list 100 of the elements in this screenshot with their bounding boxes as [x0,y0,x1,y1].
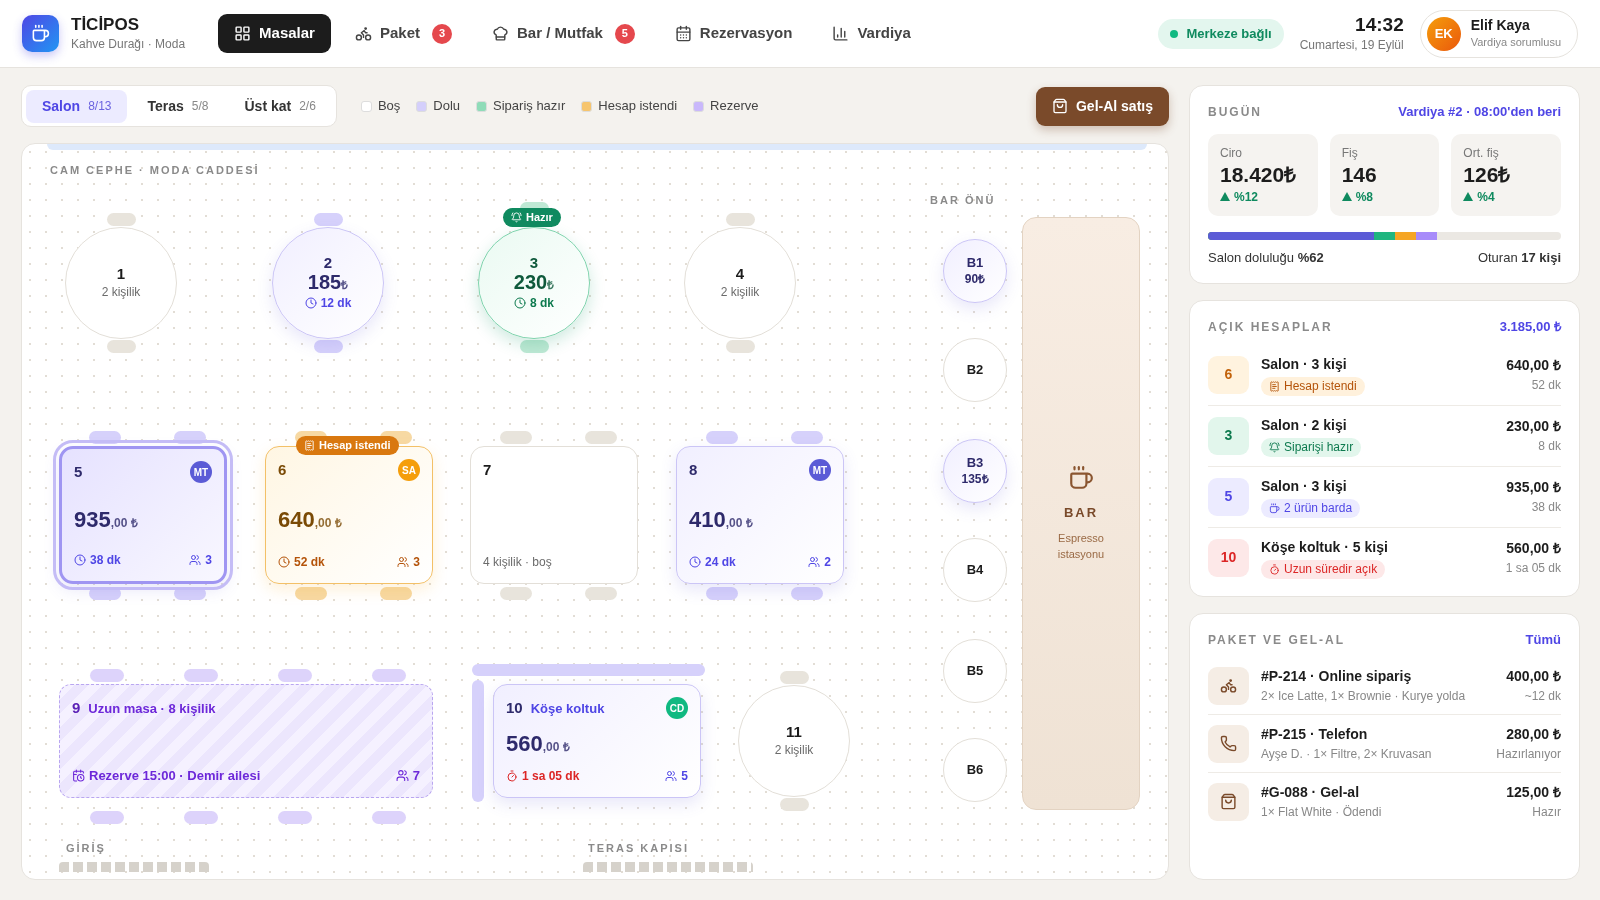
table-number: 10 [506,698,523,718]
table-card[interactable]: 8 MT 410,00 ₺ 24 dk 2 [676,446,844,584]
stool-label: B6 [966,761,984,779]
bar-stool[interactable]: B4 [943,538,1007,602]
table-number: 6 [278,460,287,480]
elapsed-time: 52 dk [278,553,325,571]
status-tag: 2 ürün barda [1261,498,1361,518]
round-table[interactable]: 1 2 kişilik [65,227,177,339]
round-table[interactable]: 2 185₺ 12 dk [272,227,384,339]
round-table[interactable]: 4 2 kişilik [684,227,796,339]
ready-badge: Hazır [503,208,561,227]
table-capacity: 2 kişilik [720,284,760,302]
round-table[interactable]: 11 2 kişilik [738,685,850,797]
amount: 90₺ [964,271,986,287]
account-amount: 935,00 ₺ [1506,478,1561,498]
status-tag: Siparişi hazır [1261,437,1362,457]
area-label: GİRİŞ [66,841,106,856]
account-row[interactable]: 6 Salon · 3 kişi Hesap istendi 640,00 ₺ 52 dk [1208,344,1561,405]
nav-tab[interactable]: Rezervasyon [658,14,809,53]
guest-count: 2 [808,553,831,571]
amount: 640,00 ₺ [278,506,342,532]
shift-info: Vardiya #2 · 08:00'den beri [1398,103,1561,121]
order-row[interactable]: #P-215 · Telefon Ayşe D. · 1× Filtre, 2× Kruvasan 280,00 ₺ Hazırlanıyor [1208,714,1561,773]
stat-label: Ort. fiş [1463,144,1500,162]
order-amount: 280,00 ₺ [1506,725,1561,745]
stat-value: 18.420₺ [1220,161,1298,188]
table-number: 9 [72,698,81,718]
account-title: Salon · 2 kişi [1261,415,1347,435]
order-row[interactable]: #P-214 · Online sipariş 2× Ice Latte, 1× Brownie · Kurye yolda 400,00 ₺ ~12 dk [1208,657,1561,715]
account-time: 1 sa 05 dk [1505,560,1561,578]
waiter-avatar: CD [666,697,688,720]
table-chip: 10 [1208,538,1249,577]
floor-tab[interactable]: Üst kat 2/6 [228,89,332,123]
bar-subtitle: Espresso istasyonu [1056,531,1106,563]
table-capacity: 2 kişilik [774,742,814,760]
brand-name: TİCİPOS [71,13,140,36]
nav-tab[interactable]: Vardiya [816,14,927,53]
round-table[interactable]: 3 230₺ 8 dk [478,227,590,339]
bar-stool[interactable]: B3 135₺ [943,439,1007,503]
order-row[interactable]: #G-088 · Gel-al 1× Flat White · Ödendi 125,00 ₺ Hazır [1208,772,1561,831]
status-tag: Hesap istendi [1261,376,1365,396]
stool-label: B3 [966,455,984,472]
nav-tab[interactable]: Masalar [218,14,331,53]
amount: 230₺ [513,272,555,293]
connection-status: Merkeze bağlı [1158,18,1284,49]
account-row[interactable]: 10 Köşe koltuk · 5 kişi Uzun süredir açık 560,00 ₺ 1 sa 05 dk [1208,526,1561,588]
view-all-link[interactable]: Tümü [1525,629,1561,650]
table-number: 8 [689,460,698,480]
table-card[interactable]: 10 Köşe koltuk CD 560,00 ₺ 1 sa 05 dk 5 [493,684,701,798]
account-title: Köşe koltuk · 5 kişi [1261,537,1388,557]
account-row[interactable]: 5 Salon · 3 kişi 2 ürün barda 935,00 ₺ 38 dk [1208,465,1561,527]
floor-tab[interactable]: Salon 8/13 [26,89,128,123]
order-detail: 1× Flat White · Ödendi [1261,804,1382,822]
account-row[interactable]: 3 Salon · 2 kişi Siparişi hazır 230,00 ₺ 8 dk [1208,404,1561,466]
order-status: ~12 dk [1524,688,1561,706]
reservation-info: Rezerve 15:00 · Demir ailesi [72,765,261,785]
order-detail: 2× Ice Latte, 1× Brownie · Kurye yolda [1261,688,1466,706]
waiter-avatar: MT [809,459,831,482]
table-number: 5 [74,462,83,482]
clock-time: 14:32 [1355,12,1404,37]
stat-value: 126₺ [1463,161,1512,188]
account-time: 8 dk [1538,438,1561,456]
bill-badge: Hesap istendi [296,436,399,455]
bar-stool[interactable]: B6 [943,738,1007,802]
legend-label: Sipariş hazır [493,97,566,116]
stat-trend: %8 [1341,187,1428,206]
order-title: #G-088 · Gel-al [1261,783,1361,803]
bar-stool[interactable]: B2 [943,338,1007,402]
area-label: BAR ÖNÜ [930,193,996,208]
order-title: #P-214 · Online sipariş [1261,667,1413,687]
stat-label: Ciro [1220,144,1243,162]
status-tag: Uzun süredir açık [1261,559,1386,579]
takeaway-button[interactable]: Gel-Al satış [1035,86,1169,126]
account-time: 38 dk [1531,499,1561,517]
account-amount: 560,00 ₺ [1506,539,1561,559]
account-title: Salon · 3 kişi [1261,476,1347,496]
stool-label: B4 [966,561,984,579]
waiter-avatar: MT [190,461,212,484]
bar-stool[interactable]: B1 90₺ [943,239,1007,303]
amount: 410,00 ₺ [689,506,753,532]
account-amount: 640,00 ₺ [1506,356,1561,376]
elapsed-time: 38 dk [74,551,121,569]
stool-label: B1 [966,255,984,272]
amount: 935,00 ₺ [74,506,138,532]
section-title: PAKET VE GEL-AL [1208,631,1346,649]
order-amount: 125,00 ₺ [1506,783,1561,803]
nav-tab[interactable]: Paket 3 [338,14,468,53]
table-card[interactable]: 7 4 kişilik · boş [470,446,638,584]
stool-label: B5 [966,662,984,680]
table-chip: 6 [1208,355,1249,394]
stat-value: 146 [1341,161,1378,188]
account-amount: 230,00 ₺ [1506,417,1561,437]
elapsed-time: 8 dk [514,294,554,313]
floor-tab[interactable]: Teras 5/8 [131,89,225,123]
user-avatar: EK [1426,16,1461,51]
table-chip: 5 [1208,477,1249,516]
long-table[interactable]: 9 Uzun masa · 8 kişilik Rezerve 15:00 · Demir ailesi 7 [59,684,433,798]
stool-label: B2 [966,361,984,379]
nav-tab[interactable]: Bar / Mutfak 5 [475,14,651,53]
bar-stool[interactable]: B5 [943,639,1007,703]
